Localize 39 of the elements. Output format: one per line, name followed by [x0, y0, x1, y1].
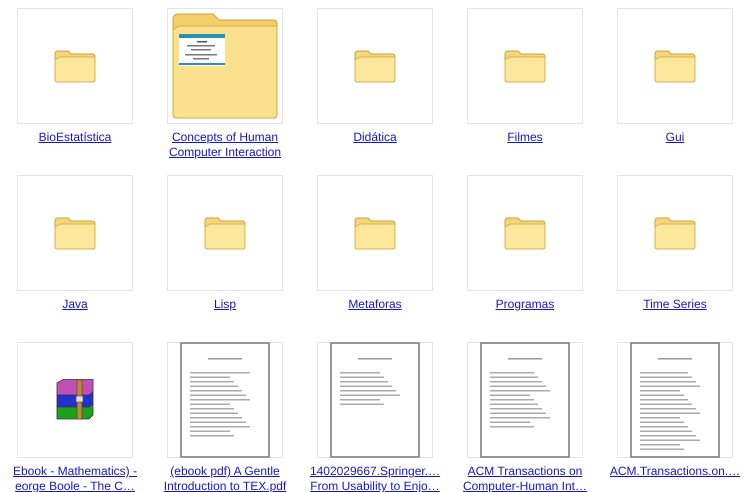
folder-icon — [503, 215, 547, 251]
folder-icon — [53, 48, 97, 84]
thumbnail-frame[interactable] — [617, 175, 733, 291]
document-page-icon — [330, 342, 420, 458]
file-name-link[interactable]: ACM.Transactions.on.… — [610, 464, 740, 479]
thumbnail-frame[interactable] — [17, 8, 133, 124]
file-name-link[interactable]: Time Series — [643, 297, 707, 312]
folder-icon — [503, 48, 547, 84]
thumbnail-frame[interactable] — [467, 8, 583, 124]
thumbnail-frame[interactable] — [617, 8, 733, 124]
folder-icon — [203, 215, 247, 251]
folder-icon — [353, 48, 397, 84]
thumbnail-frame[interactable] — [17, 175, 133, 291]
folder-icon — [353, 215, 397, 251]
thumbnail-frame[interactable] — [617, 342, 733, 458]
file-name-link[interactable]: Lisp — [214, 297, 236, 312]
thumbnail-frame[interactable] — [167, 8, 283, 124]
file-name-link[interactable]: Concepts of Human Computer Interaction — [168, 130, 282, 160]
thumbnail-frame[interactable] — [167, 175, 283, 291]
file-name-link[interactable]: Java — [62, 297, 88, 312]
thumbnail-frame[interactable] — [167, 342, 283, 458]
folder-icon — [53, 215, 97, 251]
folder-icon — [653, 215, 697, 251]
thumbnail-frame[interactable] — [467, 175, 583, 291]
document-page-icon — [630, 342, 720, 458]
file-name-link[interactable]: Gui — [666, 130, 684, 145]
document-page-icon — [180, 342, 270, 458]
thumbnail-frame[interactable] — [17, 342, 133, 458]
thumbnail-frame[interactable] — [317, 8, 433, 124]
file-name-link[interactable]: Didática — [353, 130, 397, 145]
file-name-link[interactable]: Programas — [496, 297, 554, 312]
folder-icon — [653, 48, 697, 84]
document-page-icon — [480, 342, 570, 458]
file-name-link[interactable]: BioEstatística — [38, 130, 112, 145]
file-name-link[interactable]: Filmes — [507, 130, 543, 145]
thumbnail-frame[interactable] — [317, 175, 433, 291]
thumbnail-frame[interactable] — [317, 342, 433, 458]
file-name-link[interactable]: Metaforas — [348, 297, 402, 312]
thumbnail-frame[interactable] — [467, 342, 583, 458]
